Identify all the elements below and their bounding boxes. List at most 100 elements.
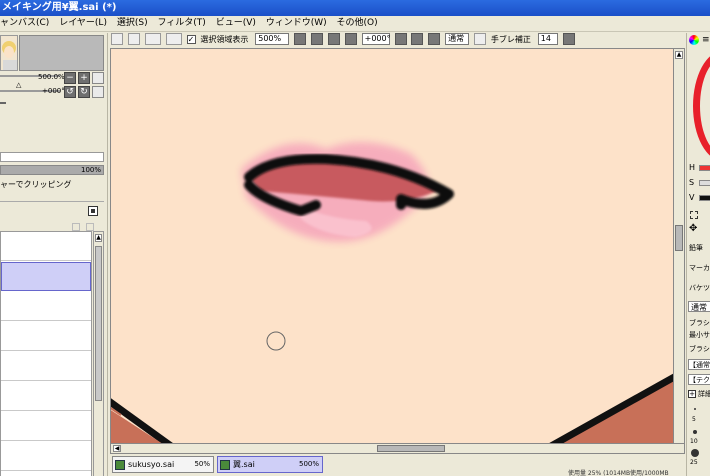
doc-tab-zoom: 50%	[194, 460, 210, 468]
layer-row[interactable]	[1, 442, 91, 471]
select-tool-icon[interactable]	[690, 211, 698, 219]
layer-row[interactable]	[1, 292, 91, 321]
zoom-out-button[interactable]: −	[64, 72, 76, 84]
tool-pencil[interactable]: 鉛筆	[689, 243, 703, 253]
menu-other[interactable]: その他(O)	[337, 16, 385, 31]
layer-scrollbar[interactable]: ▲	[93, 231, 104, 476]
canvas-vertical-scrollbar[interactable]: ▲	[673, 48, 685, 445]
zoom-in-toolbar-button[interactable]	[327, 33, 340, 45]
doc-tab-name: 翼.sai	[233, 460, 255, 469]
move-tool-icon[interactable]: ✥	[689, 223, 697, 234]
brush-texture-select[interactable]: 【テクス	[688, 374, 710, 385]
layer-blend-select[interactable]	[0, 152, 104, 162]
canvas-hscroll-thumb[interactable]	[377, 445, 445, 452]
selection-display-checkbox[interactable]: ✓	[186, 34, 196, 44]
canvas-vscroll-thumb[interactable]	[675, 225, 683, 251]
drawing-canvas[interactable]	[110, 48, 684, 445]
lips-drawing	[241, 142, 454, 242]
menu-icon[interactable]: ≡	[702, 35, 710, 45]
color-wheel-icon[interactable]	[689, 35, 699, 45]
menu-window[interactable]: ウィンドウ(W)	[266, 16, 334, 31]
expand-plus-icon[interactable]: +	[688, 390, 696, 398]
rotate-left-button[interactable]: ↺	[64, 86, 76, 98]
layer-row[interactable]	[1, 352, 91, 381]
scroll-left-icon[interactable]: ◀	[113, 445, 121, 452]
layer-row[interactable]	[1, 382, 91, 411]
layer-delete-icon[interactable]	[86, 223, 94, 231]
min-size-label: 最小サ	[689, 331, 710, 339]
zoom-in-button[interactable]: +	[78, 72, 90, 84]
new-layer-icon[interactable]	[88, 206, 98, 216]
deselect-icon[interactable]	[144, 33, 161, 45]
flip-button[interactable]	[474, 33, 486, 45]
zoom-out-toolbar-button[interactable]	[311, 33, 323, 45]
canvas-artwork	[111, 142, 683, 444]
scroll-up-icon[interactable]: ▲	[95, 234, 102, 242]
stabilizer-label: 手ブレ補正	[490, 34, 531, 44]
layer-row[interactable]	[1, 232, 91, 261]
panel-divider	[0, 102, 6, 104]
menu-selection[interactable]: 選択(S)	[117, 16, 155, 31]
menu-layer[interactable]: レイヤー(L)	[59, 16, 114, 31]
rotate-left-toolbar-button[interactable]	[394, 33, 407, 45]
hue-label: H	[689, 163, 696, 172]
value-slider[interactable]	[699, 195, 710, 201]
rotate-reset-toolbar-button[interactable]	[428, 33, 441, 45]
brush-dot-small[interactable]	[694, 408, 696, 410]
angle-select[interactable]: +000°	[361, 33, 391, 45]
navigator-preview[interactable]	[19, 35, 104, 71]
layer-scroll-thumb[interactable]	[95, 246, 102, 401]
doc-tab-active[interactable]: 翼.sai 500%	[217, 456, 323, 473]
rotation-readout: +000°	[42, 87, 65, 95]
rotate-reset-button[interactable]	[92, 86, 104, 98]
tool-marker[interactable]: マーカー	[689, 263, 710, 273]
undo-icon[interactable]	[111, 33, 123, 45]
value-label: V	[689, 193, 695, 202]
menu-view[interactable]: ビュー(V)	[216, 16, 263, 31]
stabilizer-dropdown-icon[interactable]	[562, 33, 575, 45]
invert-selection-icon[interactable]	[165, 33, 182, 45]
slider-marker-icon: △	[16, 81, 22, 89]
rotate-right-button[interactable]: ↻	[78, 86, 90, 98]
zoom-toolbar-button[interactable]	[294, 33, 307, 45]
doc-tab[interactable]: sukusyo.sai 50%	[112, 456, 214, 473]
brush-size-5: 5	[692, 416, 696, 423]
layer-tools	[0, 201, 104, 219]
brush-size-25: 25	[690, 459, 698, 466]
window-title-bar: メイキング用¥翼.sai (*)	[0, 0, 710, 16]
layer-row[interactable]	[1, 412, 91, 441]
brush-dot-large[interactable]	[691, 449, 699, 457]
zoom-readout: 500.0%	[38, 73, 65, 81]
layer-copy-icon[interactable]	[72, 223, 80, 231]
tool-bucket[interactable]: バケツ	[689, 283, 710, 293]
brush-blend-select[interactable]: 通常	[688, 301, 710, 312]
brush-density-label: ブラシ濃	[689, 345, 710, 353]
left-panel: 500.0% − + △ +000° ↺ ↻ 100% ャーでクリッピング ▲	[0, 33, 108, 476]
menu-filter[interactable]: フィルタ(T)	[157, 16, 212, 31]
layer-row[interactable]	[1, 322, 91, 351]
stabilizer-select[interactable]: 14	[537, 33, 558, 45]
saturation-slider[interactable]	[699, 180, 710, 186]
zoom-reset-button[interactable]	[92, 72, 104, 84]
rotate-right-toolbar-button[interactable]	[411, 33, 424, 45]
opacity-value: 100%	[80, 166, 101, 174]
brush-dot-medium[interactable]	[693, 430, 697, 434]
doc-tab-zoom: 500%	[298, 460, 319, 468]
layer-row-selected[interactable]	[1, 262, 91, 291]
hue-slider[interactable]	[699, 165, 710, 171]
canvas-horizontal-scrollbar[interactable]: ◀	[110, 443, 685, 454]
zoom-select[interactable]: 500%	[255, 33, 290, 45]
redo-icon[interactable]	[127, 33, 140, 45]
brush-size-10: 10	[690, 438, 698, 445]
scroll-up-icon[interactable]: ▲	[675, 51, 683, 59]
canvas-thumbnail[interactable]	[0, 35, 18, 71]
layer-list	[0, 231, 92, 476]
color-wheel[interactable]	[693, 51, 710, 161]
blend-mode-select[interactable]: 通常	[445, 33, 470, 45]
menu-canvas[interactable]: ャンバス(C)	[0, 16, 56, 31]
document-icon	[220, 460, 230, 470]
paper-texture-select[interactable]: 【通常	[688, 359, 710, 370]
brush-cursor-icon	[266, 331, 286, 351]
layer-opacity-slider[interactable]: 100%	[0, 165, 104, 175]
zoom-reset-toolbar-button[interactable]	[344, 33, 357, 45]
